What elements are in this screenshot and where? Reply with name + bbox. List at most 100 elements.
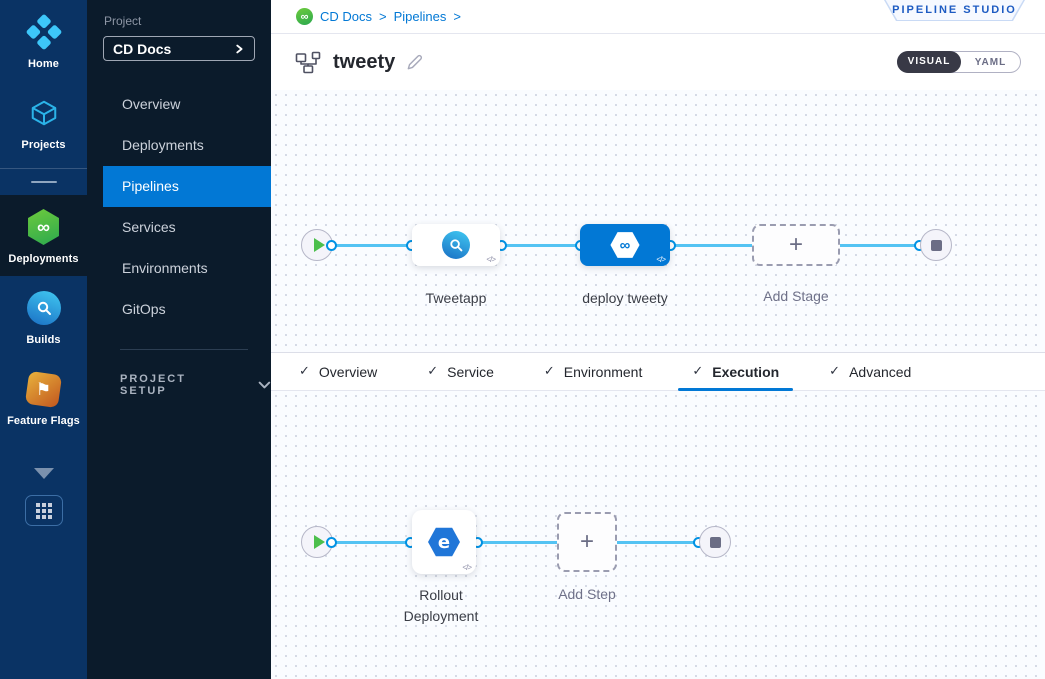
chevron-right-icon xyxy=(233,43,245,55)
play-icon xyxy=(314,535,325,549)
home-icon xyxy=(2,13,85,51)
infinity-glyph: ∞ xyxy=(620,237,631,254)
pipeline-end-node[interactable] xyxy=(920,229,952,261)
code-glyph: </> xyxy=(486,255,495,264)
rollout-glyph: e xyxy=(438,532,450,553)
stage-canvas: </> Tweetapp ∞ </> deploy tweety + Add S… xyxy=(271,90,1045,352)
code-glyph: </> xyxy=(656,255,665,264)
module-home[interactable]: Home xyxy=(0,0,87,81)
check-icon: ✓ xyxy=(692,364,703,379)
project-selector[interactable]: CD Docs xyxy=(103,36,255,61)
add-stage-button[interactable]: + xyxy=(752,224,840,266)
check-icon: ✓ xyxy=(544,364,555,379)
tab-advanced-label: Advanced xyxy=(849,364,911,380)
project-setup-label: PROJECT SETUP xyxy=(120,373,228,397)
breadcrumb-pipelines-link[interactable]: Pipelines xyxy=(394,9,447,24)
main-area: PIPELINE STUDIO ∞ CD Docs > Pipelines > … xyxy=(271,0,1045,679)
stage-node-deploy-tweety[interactable]: ∞ </> xyxy=(580,224,670,266)
chevron-down-icon xyxy=(258,379,271,391)
app-root: Home Projects ∞ Deployments xyxy=(0,0,1045,679)
infinity-glyph: ∞ xyxy=(301,11,309,23)
play-icon xyxy=(314,238,325,252)
step-connector-line xyxy=(317,541,715,544)
module-home-label: Home xyxy=(2,58,85,70)
tab-overview-label: Overview xyxy=(319,364,377,380)
module-deployments[interactable]: ∞ Deployments xyxy=(0,195,87,276)
project-nav: Overview Deployments Pipelines Services … xyxy=(87,84,271,330)
cd-module-icon: ∞ xyxy=(296,8,313,25)
rollout-deployment-icon: e xyxy=(427,527,461,558)
module-builds-label: Builds xyxy=(2,334,85,346)
selected-project: CD Docs xyxy=(113,41,171,57)
check-icon: ✓ xyxy=(427,364,438,379)
visual-toggle-button[interactable]: VISUAL xyxy=(897,51,961,73)
nav-item-pipelines[interactable]: Pipelines xyxy=(103,166,271,207)
add-stage-label: Add Stage xyxy=(752,286,840,307)
tab-environment[interactable]: ✓ Environment xyxy=(544,353,643,390)
tab-execution-label: Execution xyxy=(712,364,779,380)
project-setup-toggle[interactable]: PROJECT SETUP xyxy=(120,373,271,397)
add-step-button[interactable]: + xyxy=(557,512,617,572)
view-toggle: VISUAL YAML xyxy=(897,51,1021,73)
breadcrumb-separator: > xyxy=(453,9,461,24)
stage-config-tabs: ✓ Overview ✓ Service ✓ Environment ✓ Exe… xyxy=(271,352,1045,391)
breadcrumb-project-link[interactable]: CD Docs xyxy=(320,9,372,24)
nav-item-services[interactable]: Services xyxy=(103,207,271,248)
execution-end-node[interactable] xyxy=(699,526,731,558)
modules-expand-chevron-icon[interactable] xyxy=(34,468,54,479)
tab-environment-label: Environment xyxy=(564,364,643,380)
connector-dot[interactable] xyxy=(326,537,337,548)
pipeline-title-bar: tweety VISUAL YAML xyxy=(271,34,1045,90)
stage-node-tweetapp[interactable]: </> xyxy=(412,224,500,266)
all-modules-button[interactable] xyxy=(25,495,63,526)
pipeline-studio-badge-label: PIPELINE STUDIO xyxy=(892,4,1017,16)
nav-item-environments[interactable]: Environments xyxy=(103,248,271,289)
module-rail: Home Projects ∞ Deployments xyxy=(0,0,87,679)
project-label: Project xyxy=(104,14,271,28)
projects-cube-icon xyxy=(2,94,85,132)
builds-ci-icon xyxy=(2,289,85,327)
step-node-rollout-deployment[interactable]: e </> xyxy=(412,510,476,574)
edit-pencil-icon[interactable] xyxy=(405,53,424,72)
infinity-glyph: ∞ xyxy=(37,217,50,238)
feature-flags-icon: ⚑ xyxy=(2,370,85,408)
deployments-cd-icon: ∞ xyxy=(2,208,85,246)
tab-service-label: Service xyxy=(447,364,494,380)
project-panel: Project CD Docs Overview Deployments Pip… xyxy=(87,0,271,679)
step-label-rollout-deployment: Rollout Deployment xyxy=(386,585,496,627)
module-feature-flags[interactable]: ⚑ Feature Flags xyxy=(0,357,87,438)
module-feature-flags-label: Feature Flags xyxy=(2,415,85,427)
add-step-label: Add Step xyxy=(537,584,637,605)
nav-item-overview[interactable]: Overview xyxy=(103,84,271,125)
grid-icon xyxy=(36,503,52,519)
execution-step-canvas: e </> Rollout Deployment + Add Step xyxy=(271,391,1045,679)
rail-dash xyxy=(31,181,57,183)
stop-icon xyxy=(931,240,942,251)
breadcrumb-separator: > xyxy=(379,9,387,24)
connector-dot[interactable] xyxy=(326,240,337,251)
panel-divider xyxy=(120,349,248,350)
cd-stage-icon: ∞ xyxy=(610,231,641,259)
nav-item-gitops[interactable]: GitOps xyxy=(103,289,271,330)
stage-label-tweetapp: Tweetapp xyxy=(407,288,505,309)
check-icon: ✓ xyxy=(299,364,310,379)
pipeline-name: tweety xyxy=(333,51,395,74)
yaml-toggle-button[interactable]: YAML xyxy=(961,57,1020,68)
tab-execution[interactable]: ✓ Execution xyxy=(692,353,779,390)
module-deployments-label: Deployments xyxy=(2,253,85,265)
module-builds[interactable]: Builds xyxy=(0,276,87,357)
plus-icon: + xyxy=(789,231,803,259)
tab-overview[interactable]: ✓ Overview xyxy=(299,353,377,390)
module-projects[interactable]: Projects xyxy=(0,81,87,162)
check-icon: ✓ xyxy=(829,364,840,379)
tab-advanced[interactable]: ✓ Advanced xyxy=(829,353,911,390)
stop-icon xyxy=(710,537,721,548)
flag-glyph: ⚑ xyxy=(36,379,51,399)
nav-item-deployments[interactable]: Deployments xyxy=(103,125,271,166)
tab-service[interactable]: ✓ Service xyxy=(427,353,494,390)
plus-icon: + xyxy=(580,528,594,556)
rail-divider xyxy=(0,168,87,169)
stage-label-deploy-tweety: deploy tweety xyxy=(565,288,685,309)
stage-tweetapp-icon xyxy=(442,231,470,259)
pipeline-studio-badge: PIPELINE STUDIO xyxy=(884,0,1025,21)
